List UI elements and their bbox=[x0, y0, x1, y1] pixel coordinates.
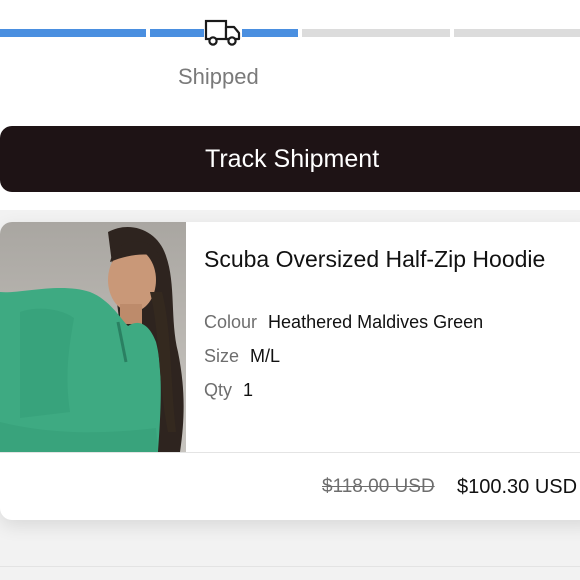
qty-label: Qty bbox=[204, 380, 233, 400]
progress-segment bbox=[0, 29, 146, 37]
colour-label: Colour bbox=[204, 312, 258, 332]
product-qty-row: Qty 1 bbox=[204, 380, 253, 401]
sale-price: $100.30 USD bbox=[457, 476, 578, 498]
track-shipment-label: Track Shipment bbox=[205, 145, 380, 173]
product-colour-row: Colour Heathered Maldives Green bbox=[204, 312, 483, 333]
colour-value: Heathered Maldives Green bbox=[268, 312, 484, 332]
progress-segment bbox=[302, 29, 450, 37]
track-shipment-button[interactable]: Track Shipment bbox=[0, 126, 580, 192]
shipment-status-label: Shipped bbox=[178, 64, 259, 89]
qty-value: 1 bbox=[243, 380, 254, 400]
page-divider bbox=[0, 566, 580, 567]
product-size-row: Size M/L bbox=[204, 346, 280, 367]
size-label: Size bbox=[204, 346, 240, 366]
shipment-progress-bar bbox=[0, 29, 580, 37]
product-title[interactable]: Scuba Oversized Half-Zip Hoodie bbox=[204, 246, 545, 273]
card-divider bbox=[0, 452, 580, 453]
order-item-card: Scuba Oversized Half-Zip Hoodie Colour H… bbox=[0, 222, 580, 520]
product-photo[interactable] bbox=[0, 222, 186, 452]
progress-segment bbox=[454, 29, 580, 37]
truck-icon bbox=[204, 18, 242, 48]
size-value: M/L bbox=[250, 346, 281, 366]
order-status-section: Shipped Track Shipment bbox=[0, 0, 580, 210]
original-price: $118.00 USD bbox=[322, 476, 435, 497]
